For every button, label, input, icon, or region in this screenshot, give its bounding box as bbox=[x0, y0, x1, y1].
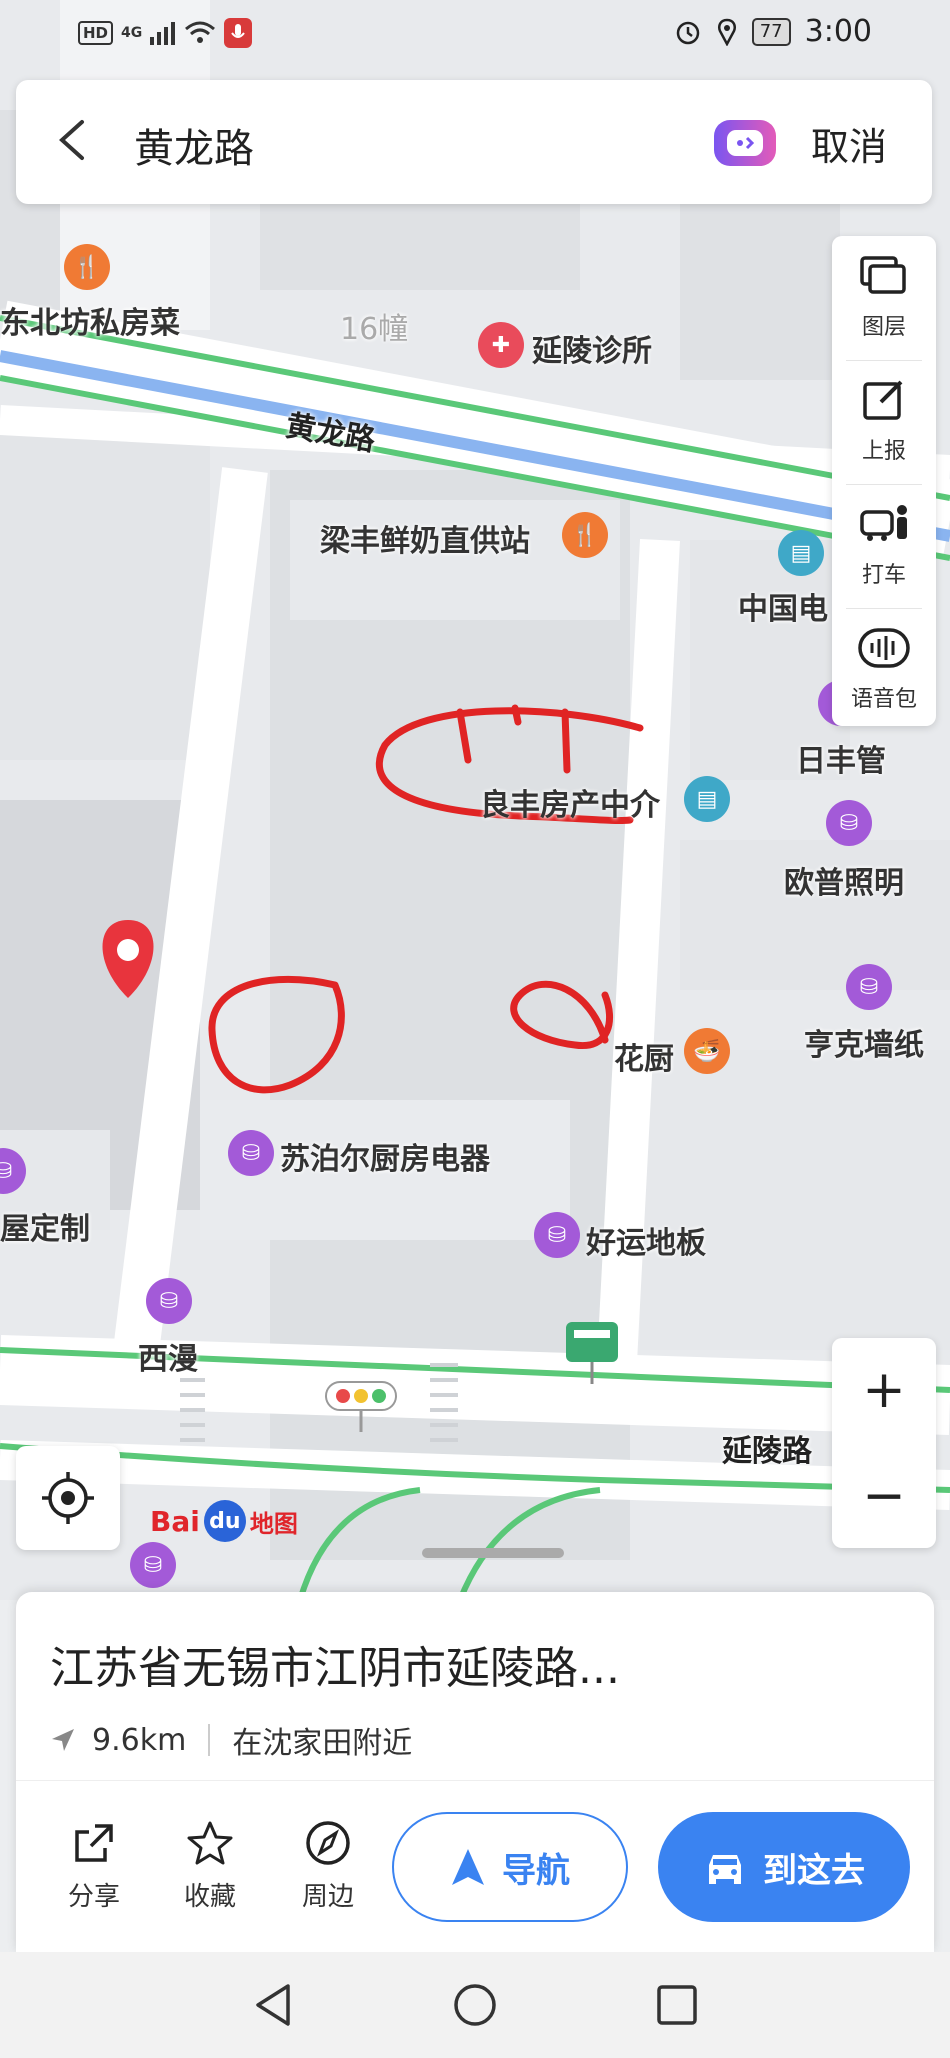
shopping-bag-icon[interactable]: ⛁ bbox=[846, 964, 892, 1010]
poi-label[interactable]: 日丰管 bbox=[796, 736, 886, 780]
go-here-button[interactable]: 到这去 bbox=[658, 1812, 910, 1922]
zoom-control: + − bbox=[832, 1338, 936, 1548]
report-label: 上报 bbox=[861, 439, 906, 464]
poi-label[interactable]: 欧普照明 bbox=[784, 858, 904, 902]
location-icon bbox=[717, 18, 736, 46]
poi-label[interactable]: 中国电 bbox=[738, 584, 828, 628]
favorite-label: 收藏 bbox=[183, 1882, 236, 1912]
poi-label[interactable]: 亨克墙纸 bbox=[804, 1020, 924, 1064]
place-meta: 9.6km 在沈家田附近 bbox=[50, 1718, 412, 1762]
nav-recents-icon[interactable] bbox=[654, 1982, 700, 2028]
signal-icon bbox=[150, 22, 176, 45]
road-label-yanling: 延陵路 bbox=[722, 1434, 812, 1469]
search-query[interactable]: 黄龙路 bbox=[134, 116, 254, 174]
place-card: 江苏省无锡市江阴市延陵路... 9.6km 在沈家田附近 分享 收藏 周边 导航… bbox=[16, 1592, 934, 1952]
restaurant-icon[interactable]: 🍴 bbox=[64, 244, 110, 290]
star-icon bbox=[170, 1818, 250, 1868]
layers-label: 图层 bbox=[861, 315, 906, 340]
voice-pack-icon bbox=[832, 626, 936, 681]
logo-suffix: 地图 bbox=[249, 1509, 298, 1538]
back-icon[interactable] bbox=[56, 118, 86, 170]
status-right: 77 3:00 bbox=[674, 14, 872, 49]
restaurant-icon[interactable]: 🍴 bbox=[562, 512, 608, 558]
battery-icon: 77 bbox=[751, 17, 791, 46]
poi-label[interactable]: 花厨 bbox=[614, 1034, 674, 1078]
crosshair-icon bbox=[42, 1472, 94, 1524]
poi-label[interactable]: 好运地板 bbox=[586, 1218, 706, 1262]
voice-pack-button[interactable]: 语音包 bbox=[832, 626, 936, 713]
logo-text: Bai bbox=[150, 1504, 200, 1538]
poi-label[interactable]: 梁丰鲜奶直供站 bbox=[320, 516, 530, 560]
navigate-label: 导航 bbox=[502, 1850, 570, 1891]
zoom-out-button[interactable]: − bbox=[832, 1444, 936, 1548]
poi-label[interactable]: 延陵诊所 bbox=[532, 326, 652, 370]
drag-handle[interactable] bbox=[422, 1548, 564, 1558]
search-bar[interactable]: 黄龙路 取消 bbox=[16, 80, 932, 204]
shopping-bag-icon[interactable]: ⛁ bbox=[534, 1212, 580, 1258]
shopping-bag-icon[interactable]: ⛁ bbox=[826, 800, 872, 846]
report-icon bbox=[832, 378, 936, 433]
network-type: 4G bbox=[121, 25, 143, 41]
alarm-icon bbox=[676, 21, 699, 44]
clinic-icon[interactable]: ✚ bbox=[478, 322, 524, 368]
place-nearby: 在沈家田附近 bbox=[232, 1726, 413, 1761]
restaurant-icon[interactable]: 🍜 bbox=[684, 1028, 730, 1074]
logo-paw: du bbox=[203, 1500, 246, 1542]
status-left: HD 4G bbox=[78, 18, 253, 48]
poi-label[interactable]: 西漫 bbox=[138, 1334, 198, 1378]
taxi-label: 打车 bbox=[861, 563, 906, 588]
poi-label[interactable]: 屋定制 bbox=[0, 1204, 90, 1248]
navigate-button[interactable]: 导航 bbox=[392, 1812, 628, 1922]
report-button[interactable]: 上报 bbox=[832, 378, 936, 465]
poi-label[interactable]: 东北坊私房菜 bbox=[0, 298, 180, 342]
zoom-in-button[interactable]: + bbox=[832, 1338, 936, 1442]
nearby-label: 周边 bbox=[301, 1882, 354, 1912]
locate-me-button[interactable] bbox=[16, 1446, 120, 1550]
wifi-icon bbox=[185, 21, 216, 43]
nav-home-icon[interactable] bbox=[452, 1982, 498, 2028]
taxi-button[interactable]: 打车 bbox=[832, 502, 936, 589]
place-address: 江苏省无锡市江阴市延陵路... bbox=[50, 1643, 620, 1694]
shopping-bag-icon[interactable]: ⛁ bbox=[146, 1278, 192, 1324]
direction-arrow-icon bbox=[52, 1729, 74, 1751]
status-time: 3:00 bbox=[804, 14, 872, 49]
favorite-button[interactable]: 收藏 bbox=[170, 1818, 250, 1913]
voice-pack-label: 语音包 bbox=[850, 687, 917, 712]
baidu-map-logo: Bai du 地图 bbox=[150, 1500, 298, 1542]
cancel-button[interactable]: 取消 bbox=[811, 116, 887, 171]
hd-badge: HD bbox=[78, 21, 114, 45]
map-tools-panel: 图层 上报 打车 语音包 bbox=[832, 236, 936, 726]
layers-icon bbox=[832, 254, 936, 309]
nearby-button[interactable]: 周边 bbox=[288, 1818, 368, 1913]
share-button[interactable]: 分享 bbox=[54, 1818, 134, 1913]
nav-back-icon[interactable] bbox=[250, 1982, 296, 2028]
navigation-arrow-icon bbox=[452, 1849, 484, 1885]
taxi-icon bbox=[832, 502, 936, 557]
share-icon bbox=[54, 1818, 134, 1868]
layers-button[interactable]: 图层 bbox=[832, 254, 936, 341]
mic-icon bbox=[224, 18, 253, 48]
shop-icon[interactable]: ▤ bbox=[684, 776, 730, 822]
car-icon bbox=[709, 1855, 741, 1884]
ai-assistant-icon[interactable] bbox=[714, 120, 776, 166]
share-label: 分享 bbox=[67, 1882, 120, 1912]
building-label: 16幢 bbox=[340, 312, 409, 347]
poi-label[interactable]: 苏泊尔厨房电器 bbox=[280, 1134, 490, 1178]
map-canvas[interactable]: 黄龙路 延陵路 🍴 东北坊私房菜 16幢 ✚ 延陵诊所 梁丰鲜奶直供站 🍴 ▤ … bbox=[0, 0, 950, 1600]
go-here-label: 到这去 bbox=[763, 1850, 865, 1891]
system-nav-bar bbox=[0, 1952, 950, 2058]
poi-label[interactable]: 良丰房产中介 bbox=[480, 780, 660, 824]
shopping-bag-icon[interactable]: ⛁ bbox=[228, 1130, 274, 1176]
shop-icon[interactable]: ▤ bbox=[778, 530, 824, 576]
shopping-bag-icon[interactable]: ⛁ bbox=[130, 1542, 176, 1588]
compass-icon bbox=[288, 1818, 368, 1868]
status-bar: HD 4G 77 3:00 bbox=[0, 0, 950, 70]
place-distance: 9.6km bbox=[92, 1722, 187, 1758]
